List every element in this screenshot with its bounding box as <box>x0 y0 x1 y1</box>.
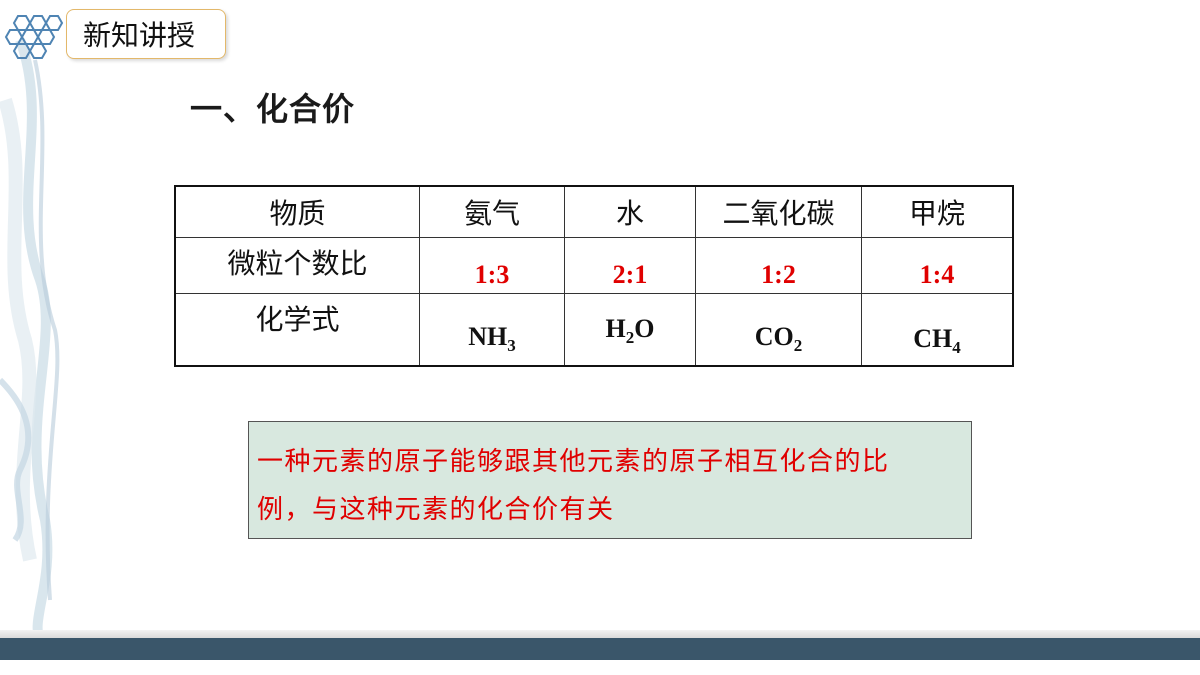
formula-tail: O <box>634 313 655 343</box>
column-header: 物质 <box>174 185 420 238</box>
row-header: 微粒个数比 <box>174 237 420 294</box>
column-header: 氨气 <box>419 185 565 238</box>
footer-strip <box>0 630 1200 638</box>
page-title: 一、化合价 <box>190 90 356 128</box>
table-cell: 2:1 <box>564 237 696 294</box>
table-cell: CH4 <box>861 293 1014 367</box>
table-row-formula: 化学式 NH3 H2O CO2 CH4 <box>174 293 1014 367</box>
decorative-swirl <box>0 38 60 640</box>
formula-subscript: 2 <box>625 328 635 348</box>
row-header-label: 微粒个数比 <box>227 246 368 280</box>
table-cell: 1:2 <box>695 237 862 294</box>
chemical-formula: H2O <box>605 313 655 347</box>
formula-base: NH <box>468 321 508 351</box>
definition-note-box: 一种元素的原子能够跟其他元素的原子相互化合的比 例，与这种元素的化合价有关 <box>248 421 972 539</box>
hexagon-logo-icon <box>4 15 64 59</box>
footer-bar <box>0 638 1200 660</box>
chemistry-table: 物质 氨气 水 二氧化碳 甲烷 微粒个数比 1:3 2:1 1:2 1:4 化学… <box>174 185 1014 367</box>
chemical-formula: CH4 <box>913 323 961 357</box>
formula-subscript: 4 <box>952 338 961 358</box>
table-cell: 1:3 <box>419 237 565 294</box>
note-line-1: 一种元素的原子能够跟其他元素的原子相互化合的比 <box>257 447 890 477</box>
formula-subscript: 3 <box>507 336 516 356</box>
row-header: 化学式 <box>174 293 420 367</box>
chemical-formula: CO2 <box>754 321 803 355</box>
section-tag-label: 新知讲授 <box>83 19 196 52</box>
table-cell: H2O <box>564 293 696 367</box>
table-cell: 1:4 <box>861 237 1014 294</box>
formula-base: H <box>605 313 626 343</box>
formula-base: CH <box>913 323 953 353</box>
column-header: 二氧化碳 <box>695 185 862 238</box>
table-cell: NH3 <box>419 293 565 367</box>
ratio-value: 2:1 <box>612 260 648 289</box>
table-row-ratio: 微粒个数比 1:3 2:1 1:2 1:4 <box>174 237 1014 294</box>
column-header: 水 <box>564 185 696 238</box>
ratio-value: 1:4 <box>919 260 955 289</box>
chemical-formula: NH3 <box>468 321 516 355</box>
formula-subscript: 2 <box>793 336 803 356</box>
column-header: 甲烷 <box>861 185 1014 238</box>
ratio-value: 1:3 <box>474 260 510 289</box>
table-header-row: 物质 氨气 水 二氧化碳 甲烷 <box>174 185 1014 238</box>
table-cell: CO2 <box>695 293 862 367</box>
row-header-label: 化学式 <box>255 302 340 336</box>
note-line-2: 例，与这种元素的化合价有关 <box>257 495 615 525</box>
ratio-value: 1:2 <box>761 260 796 289</box>
formula-base: CO <box>754 321 794 351</box>
section-tag: 新知讲授 <box>66 9 226 59</box>
